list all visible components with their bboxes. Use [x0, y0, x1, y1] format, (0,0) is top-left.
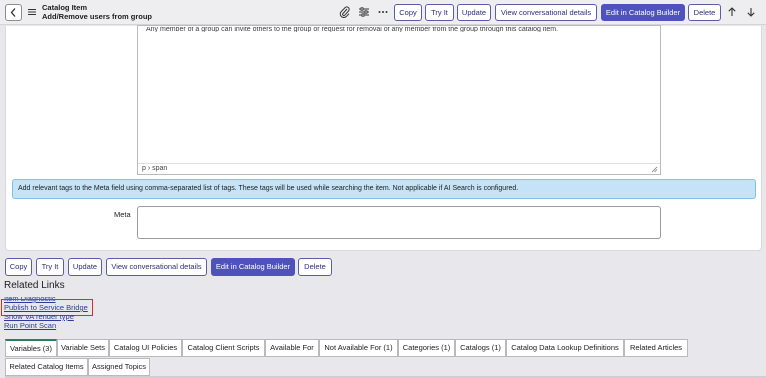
meta-label: Meta: [114, 210, 131, 219]
tab-variable-sets[interactable]: Variable Sets: [57, 339, 109, 357]
tab-categories[interactable]: Categories (1): [398, 339, 455, 357]
more-icon: [378, 11, 388, 13]
tab-catalog-data-lookup-definitions[interactable]: Catalog Data Lookup Definitions: [506, 339, 624, 357]
view-conversational-details-button-bottom[interactable]: View conversational details: [106, 258, 207, 276]
element-path: p › span: [142, 165, 168, 172]
tab-not-available-for[interactable]: Not Available For (1): [319, 339, 398, 357]
chevron-left-icon: [10, 8, 16, 17]
edit-in-catalog-builder-button[interactable]: Edit in Catalog Builder: [601, 4, 685, 21]
related-links-heading: Related Links: [4, 280, 65, 291]
publish-to-service-bridge-link[interactable]: Publish to Service Bridge: [4, 303, 88, 312]
update-button-bottom[interactable]: Update: [68, 258, 102, 276]
delete-button[interactable]: Delete: [688, 4, 721, 21]
tab-available-for[interactable]: Available For: [265, 339, 319, 357]
attachment-icon: [339, 6, 350, 19]
edit-in-catalog-builder-button-bottom[interactable]: Edit in Catalog Builder: [211, 258, 295, 276]
hamburger-menu-button[interactable]: [28, 8, 36, 16]
record-type-title: Catalog Item: [42, 3, 88, 12]
editor-statusbar: p › span: [138, 163, 660, 174]
tab-catalogs[interactable]: Catalogs (1): [455, 339, 506, 357]
tab-variables[interactable]: Variables (3): [5, 339, 57, 357]
hamburger-icon: [28, 9, 36, 15]
tab-related-articles[interactable]: Related Articles: [624, 339, 688, 357]
back-button[interactable]: [5, 4, 22, 21]
update-button[interactable]: Update: [457, 4, 491, 21]
next-record-button[interactable]: [745, 6, 757, 18]
record-name-title: Add/Remove users from group: [42, 12, 153, 21]
arrow-up-icon: [728, 7, 736, 16]
copy-button-bottom[interactable]: Copy: [5, 258, 32, 276]
personalize-form-button[interactable]: [358, 6, 370, 18]
run-point-scan-link[interactable]: Run Point Scan: [4, 321, 56, 330]
form-header: Catalog Item Add/Remove users from group…: [0, 0, 766, 25]
description-editor[interactable]: Any member of a group can invite others …: [137, 25, 661, 175]
more-options-button[interactable]: [377, 6, 389, 18]
try-it-button-bottom[interactable]: Try It: [36, 258, 64, 276]
try-it-button[interactable]: Try It: [425, 4, 454, 21]
settings-sliders-icon: [359, 7, 369, 17]
meta-info-message: Add relevant tags to the Meta field usin…: [12, 179, 756, 199]
view-conversational-details-button[interactable]: View conversational details: [495, 4, 597, 21]
tab-catalog-client-scripts[interactable]: Catalog Client Scripts: [182, 339, 265, 357]
delete-button-bottom[interactable]: Delete: [298, 258, 332, 276]
previous-record-button[interactable]: [726, 6, 738, 18]
arrow-down-icon: [747, 8, 755, 17]
attachment-button[interactable]: [339, 6, 351, 19]
form-section: Any member of a group can invite others …: [5, 25, 762, 251]
description-text[interactable]: Any member of a group can invite others …: [146, 27, 646, 32]
tab-catalog-ui-policies[interactable]: Catalog UI Policies: [109, 339, 182, 357]
resize-grip-icon[interactable]: [651, 166, 658, 173]
meta-field[interactable]: [137, 206, 661, 239]
tab-related-catalog-items[interactable]: Related Catalog Items: [5, 358, 88, 376]
copy-button[interactable]: Copy: [394, 4, 422, 21]
tab-assigned-topics[interactable]: Assigned Topics: [88, 358, 150, 376]
